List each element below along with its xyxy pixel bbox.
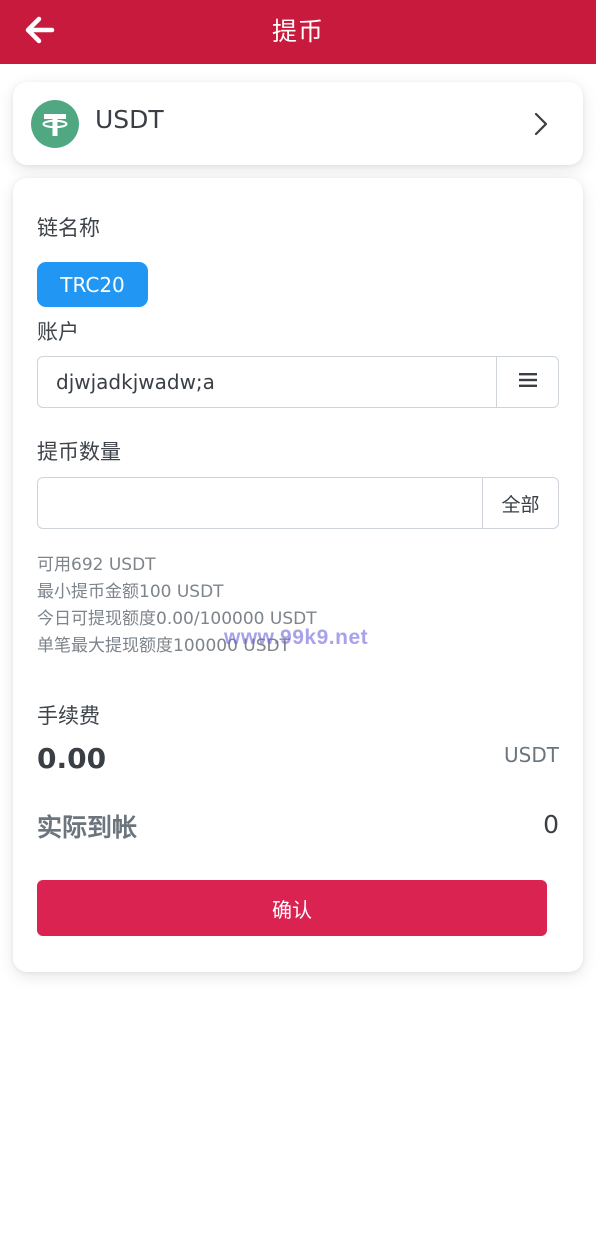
withdraw-form: 链名称 TRC20 账户 提币数量 全部 可用692 USDT 最小提币金额10… xyxy=(13,178,583,972)
fee-label: 手续费 xyxy=(37,704,100,728)
coin-name: USDT xyxy=(95,105,164,134)
actual-arrival-label: 实际到帐 xyxy=(37,813,138,842)
coin-selector[interactable]: USDT xyxy=(13,82,583,165)
watermark: www.99k9.net xyxy=(224,626,369,649)
amount-label: 提币数量 xyxy=(37,440,121,464)
top-bar: 提币 xyxy=(0,0,596,64)
account-input[interactable] xyxy=(38,357,496,407)
amount-input-group: 全部 xyxy=(37,477,559,529)
menu-icon xyxy=(518,372,537,392)
min-withdraw: 最小提币金额100 USDT xyxy=(37,582,224,602)
fee-value: 0.00 xyxy=(37,742,107,775)
chevron-right-icon xyxy=(529,112,553,136)
fee-unit: USDT xyxy=(504,743,559,767)
page-title: 提币 xyxy=(271,17,324,46)
amount-input[interactable] xyxy=(38,478,482,528)
confirm-button[interactable]: 确认 xyxy=(37,880,547,936)
all-button[interactable]: 全部 xyxy=(482,478,558,528)
account-label: 账户 xyxy=(37,320,79,344)
chain-option-button[interactable]: TRC20 xyxy=(37,262,148,307)
account-input-group xyxy=(37,356,559,408)
account-menu-button[interactable] xyxy=(496,357,558,407)
actual-arrival-value: 0 xyxy=(543,810,559,839)
available-balance: 可用692 USDT xyxy=(37,555,156,575)
chain-label: 链名称 xyxy=(37,216,100,240)
tether-icon xyxy=(31,100,79,148)
